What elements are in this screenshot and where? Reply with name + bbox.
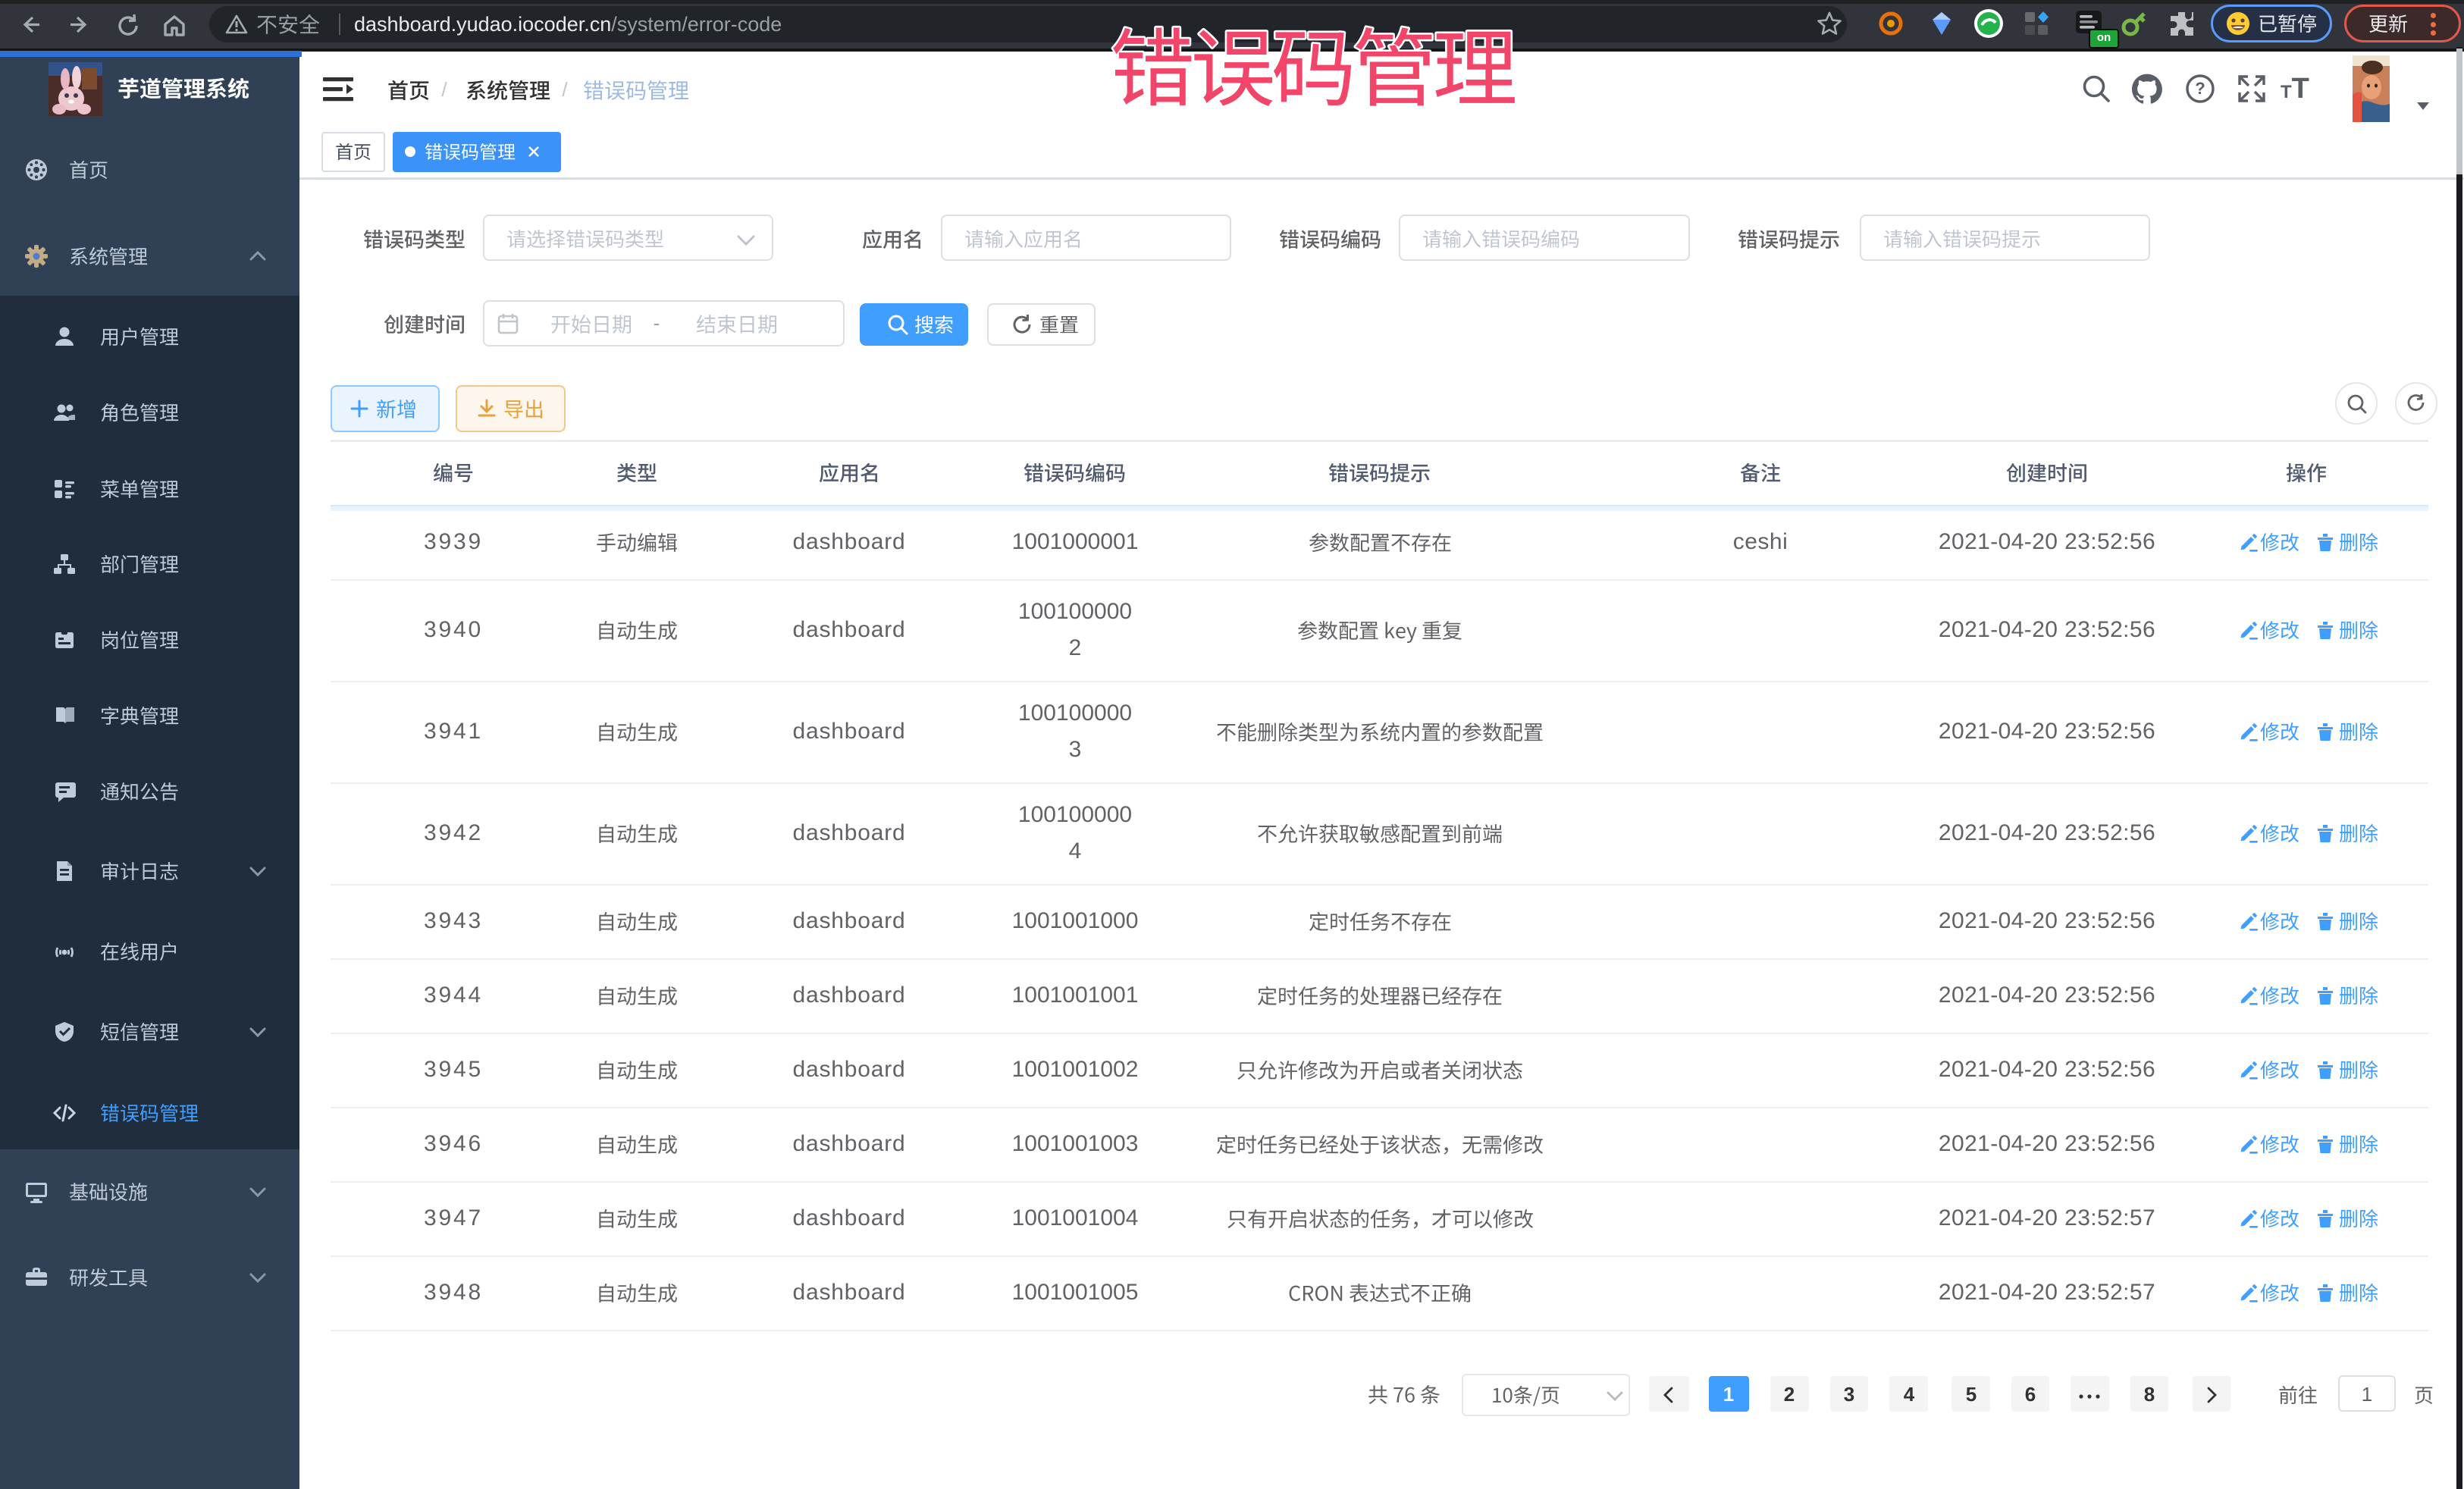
svg-text:?: ? bbox=[2195, 79, 2205, 98]
